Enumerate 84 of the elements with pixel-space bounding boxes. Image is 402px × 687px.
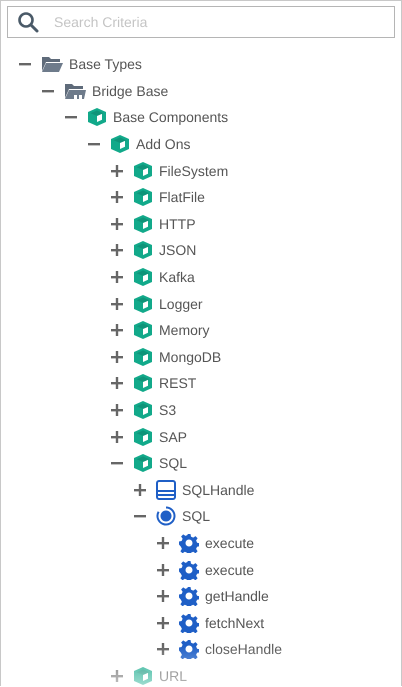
plus-icon bbox=[111, 271, 123, 284]
table-icon bbox=[156, 480, 176, 500]
plus-icon bbox=[111, 350, 123, 363]
tree-item-label[interactable]: Base Types bbox=[69, 56, 142, 72]
tree-item-label[interactable]: execute bbox=[205, 562, 254, 578]
tree-item-label[interactable]: execute bbox=[205, 534, 254, 551]
cube-icon bbox=[133, 267, 153, 288]
tree-item-label[interactable]: SQLHandle bbox=[182, 482, 254, 498]
expand-toggle[interactable] bbox=[157, 590, 169, 602]
search-field[interactable]: Search Criteria bbox=[7, 6, 395, 38]
circle-icon bbox=[156, 506, 176, 526]
plus-icon bbox=[134, 484, 146, 496]
cube-icon bbox=[133, 320, 153, 340]
cube-icon bbox=[133, 294, 153, 314]
tree-item-label[interactable]: SAP bbox=[159, 428, 188, 445]
expand-toggle[interactable] bbox=[111, 324, 123, 336]
expand-toggle[interactable] bbox=[111, 670, 123, 682]
plus-icon bbox=[111, 191, 123, 204]
plus-icon bbox=[111, 218, 123, 230]
expand-toggle[interactable] bbox=[157, 564, 169, 576]
plus-icon bbox=[157, 590, 169, 602]
expand-toggle[interactable] bbox=[134, 484, 146, 496]
cube-icon bbox=[133, 400, 153, 420]
plus-icon bbox=[157, 564, 169, 576]
folder-icon bbox=[41, 55, 63, 74]
tree-item-label[interactable]: getHandle bbox=[205, 588, 269, 604]
tree-item-label[interactable]: Memory bbox=[159, 322, 210, 338]
cube-icon bbox=[133, 240, 153, 260]
plus-icon bbox=[111, 298, 123, 310]
tree-item-label[interactable]: FlatFile bbox=[159, 189, 205, 206]
cube-icon bbox=[133, 453, 153, 474]
search-icon bbox=[17, 11, 39, 33]
plus-icon bbox=[111, 377, 123, 390]
plus-icon bbox=[111, 164, 123, 177]
expand-toggle[interactable] bbox=[111, 404, 123, 416]
plus-icon bbox=[157, 616, 169, 629]
plus-icon bbox=[157, 536, 169, 549]
folder-icon bbox=[64, 82, 86, 100]
tree-item-label[interactable]: S3 bbox=[159, 402, 176, 418]
expand-toggle[interactable] bbox=[111, 350, 123, 363]
plus-icon bbox=[111, 670, 123, 682]
tree-item-label[interactable]: Kafka bbox=[159, 269, 195, 286]
gear-icon bbox=[179, 560, 199, 580]
tree-item-label[interactable]: SQL bbox=[182, 508, 210, 524]
tree-item-label[interactable]: MongoDB bbox=[159, 348, 222, 365]
plus-icon bbox=[111, 324, 123, 336]
plus-icon bbox=[111, 430, 123, 443]
tree-item-label[interactable]: FileSystem bbox=[159, 162, 228, 179]
tree-item-label[interactable]: Logger bbox=[159, 296, 203, 312]
expand-toggle[interactable] bbox=[111, 298, 123, 310]
tree-item-label[interactable]: SQL bbox=[159, 455, 188, 472]
gear-icon bbox=[179, 586, 199, 606]
tree-item-label[interactable]: Add Ons bbox=[136, 136, 190, 152]
gear-icon bbox=[179, 639, 199, 660]
cube-icon bbox=[87, 107, 107, 128]
cube-icon bbox=[133, 187, 153, 208]
plus-icon bbox=[111, 244, 123, 256]
expand-toggle[interactable] bbox=[157, 536, 169, 549]
expand-toggle[interactable] bbox=[157, 616, 169, 629]
cube-icon bbox=[133, 346, 153, 367]
cube-icon bbox=[133, 160, 153, 181]
expand-toggle[interactable] bbox=[111, 430, 123, 443]
tree-item-label[interactable]: REST bbox=[159, 375, 196, 392]
expand-toggle[interactable] bbox=[111, 271, 123, 284]
plus-icon bbox=[157, 643, 169, 656]
cube-icon bbox=[133, 214, 153, 234]
expand-toggle[interactable] bbox=[111, 218, 123, 230]
tree-item-label[interactable]: closeHandle bbox=[205, 641, 282, 658]
expand-toggle[interactable] bbox=[111, 244, 123, 256]
expand-toggle[interactable] bbox=[111, 164, 123, 177]
tree-item-label[interactable]: Base Components bbox=[113, 109, 228, 126]
tree-item-label[interactable]: JSON bbox=[159, 242, 196, 258]
gear-icon bbox=[179, 612, 199, 633]
expand-toggle[interactable] bbox=[111, 377, 123, 390]
tree-item-label[interactable]: Bridge Base bbox=[92, 82, 168, 99]
cube-icon bbox=[133, 373, 153, 394]
expand-toggle[interactable] bbox=[157, 643, 169, 656]
expand-toggle[interactable] bbox=[111, 191, 123, 204]
cube-icon bbox=[133, 426, 153, 447]
tree-item-label[interactable]: fetchNext bbox=[205, 614, 264, 631]
tree-item-label[interactable]: HTTP bbox=[159, 216, 196, 232]
plus-icon bbox=[111, 404, 123, 416]
gear-icon bbox=[179, 532, 199, 553]
cube-icon bbox=[110, 134, 130, 154]
